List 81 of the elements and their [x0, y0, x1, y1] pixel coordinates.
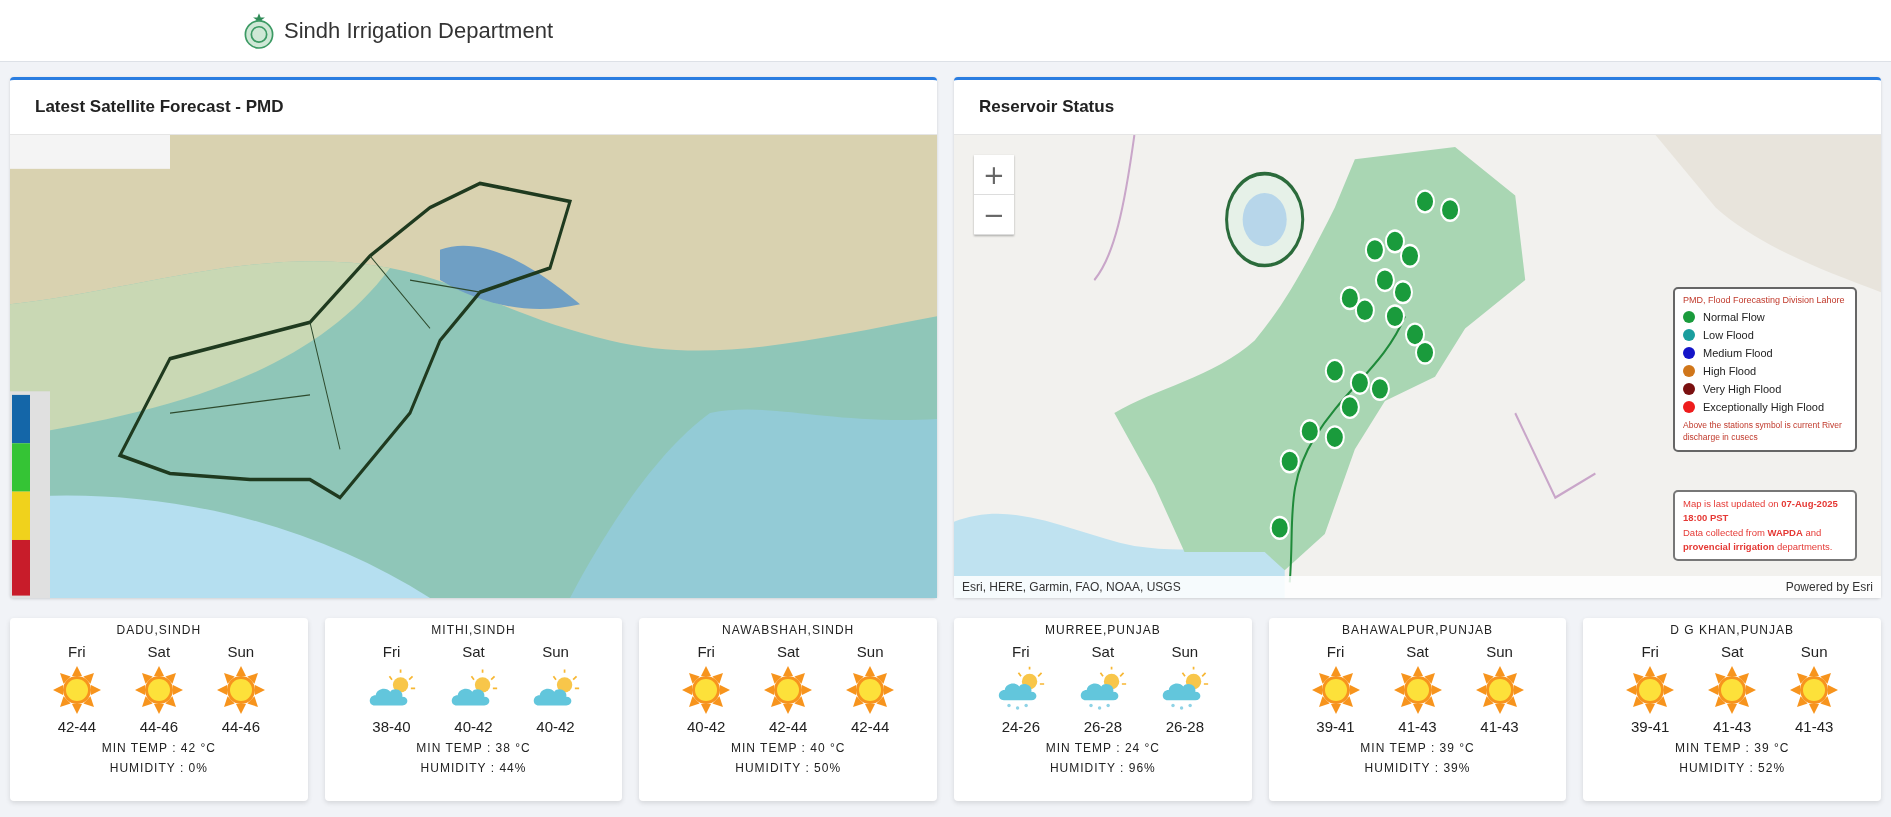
temperature-range: 26-28 [1165, 718, 1205, 735]
day-name: Fri [382, 643, 401, 660]
temperature-range: 41-43 [1795, 718, 1834, 735]
sun-icon [682, 666, 731, 714]
temperature-range: 42-44 [769, 718, 808, 735]
site-title: Sindh Irrigation Department [284, 17, 554, 44]
legend-note: Above the stations symbol is current River discharge in cusecs [1683, 420, 1843, 444]
day-name: Fri [1641, 643, 1659, 660]
zoom-button[interactable]: + [974, 155, 1014, 195]
city-name: D G KHAN,PUNJAB [1670, 623, 1795, 637]
day-name: Sun [856, 643, 884, 660]
attribution-text: Esri, HERE, Garmin, FAO, NOAA, USGS [962, 580, 1181, 594]
legend-heading: PMD, Flood Forecasting Division Lahore [1683, 295, 1846, 305]
day-name: Fri [697, 643, 715, 660]
legend-label: Exceptionally High Flood [1703, 401, 1825, 413]
day-name: Sat [462, 643, 485, 660]
temperature-range: 39-41 [1316, 718, 1355, 735]
temperature-range: 42-44 [57, 718, 96, 735]
sun-icon [1475, 666, 1524, 714]
temperature-range: 24-26 [1001, 718, 1041, 735]
humidity: HUMIDITY : 50% [735, 761, 842, 775]
sun-icon [1311, 666, 1360, 714]
day-name: Sat [1091, 643, 1115, 660]
city-name: MITHI,SINDH [431, 623, 516, 637]
day-name: Fri [68, 643, 86, 660]
city-name: BAHAWALPUR,PUNJAB [1342, 623, 1493, 637]
temperature-range: 41-43 [1480, 718, 1519, 735]
humidity: HUMIDITY : 96% [1049, 761, 1156, 775]
temperature-range: 26-28 [1083, 718, 1123, 735]
temperature-range: 40-42 [536, 718, 575, 735]
sun-icon [1790, 666, 1839, 714]
legend-label: Very High Flood [1703, 383, 1782, 395]
day-name: Sat [776, 643, 800, 660]
sun-icon [1626, 666, 1675, 714]
data-source-note: Data collected from WAPDA and provencial irrigation departments. [1683, 525, 1834, 554]
temperature-range: 44-46 [139, 718, 178, 735]
day-name: Sat [1720, 643, 1744, 660]
day-name: Sun [1171, 643, 1199, 660]
legend-label: High Flood [1703, 365, 1757, 377]
min-temp: MIN TEMP : 40 °C [731, 741, 846, 755]
zoom-button[interactable]: − [974, 195, 1014, 235]
humidity: HUMIDITY : 39% [1364, 761, 1471, 775]
city-name: NAWABSHAH,SINDH [722, 623, 855, 637]
day-name: Sun [1800, 643, 1828, 660]
temperature-range: 38-40 [372, 718, 411, 735]
humidity: HUMIDITY : 0% [109, 761, 208, 775]
min-temp: MIN TEMP : 39 °C [1675, 741, 1790, 755]
temperature-range: 42-44 [851, 718, 890, 735]
sun-icon [1393, 666, 1442, 714]
humidity: HUMIDITY : 44% [420, 761, 527, 775]
sun-icon [134, 666, 183, 714]
legend-label: Low Flood [1703, 329, 1754, 341]
min-temp: MIN TEMP : 39 °C [1360, 741, 1475, 755]
sun-icon [1708, 666, 1757, 714]
emblem-icon [242, 11, 276, 50]
city-name: MURREE,PUNJAB [1045, 623, 1161, 637]
min-temp: MIN TEMP : 38 °C [416, 741, 531, 755]
temperature-range: 44-46 [221, 718, 260, 735]
humidity: HUMIDITY : 52% [1679, 761, 1786, 775]
temperature-range: 39-41 [1631, 718, 1670, 735]
sun-icon [52, 666, 101, 714]
temperature-range: 40-42 [454, 718, 493, 735]
city-name: DADU,SINDH [116, 623, 202, 637]
day-name: Sun [227, 643, 255, 660]
temperature-range: 41-43 [1398, 718, 1437, 735]
day-name: Sat [1406, 643, 1429, 660]
day-name: Fri [1326, 643, 1345, 660]
min-temp: MIN TEMP : 24 °C [1045, 741, 1161, 755]
min-temp: MIN TEMP : 42 °C [101, 741, 217, 755]
temperature-range: 40-42 [687, 718, 726, 735]
sun-icon [846, 666, 895, 714]
legend-label: Medium Flood [1703, 347, 1773, 359]
legend-label: Normal Flow [1703, 311, 1765, 323]
day-name: Sun [542, 643, 569, 660]
sun-icon [764, 666, 813, 714]
sun-icon [216, 666, 265, 714]
day-name: Sat [147, 643, 171, 660]
day-name: Fri [1012, 643, 1030, 660]
temperature-range: 41-43 [1713, 718, 1752, 735]
powered-by-text: Powered by Esri [1785, 580, 1873, 594]
day-name: Sun [1486, 643, 1513, 660]
